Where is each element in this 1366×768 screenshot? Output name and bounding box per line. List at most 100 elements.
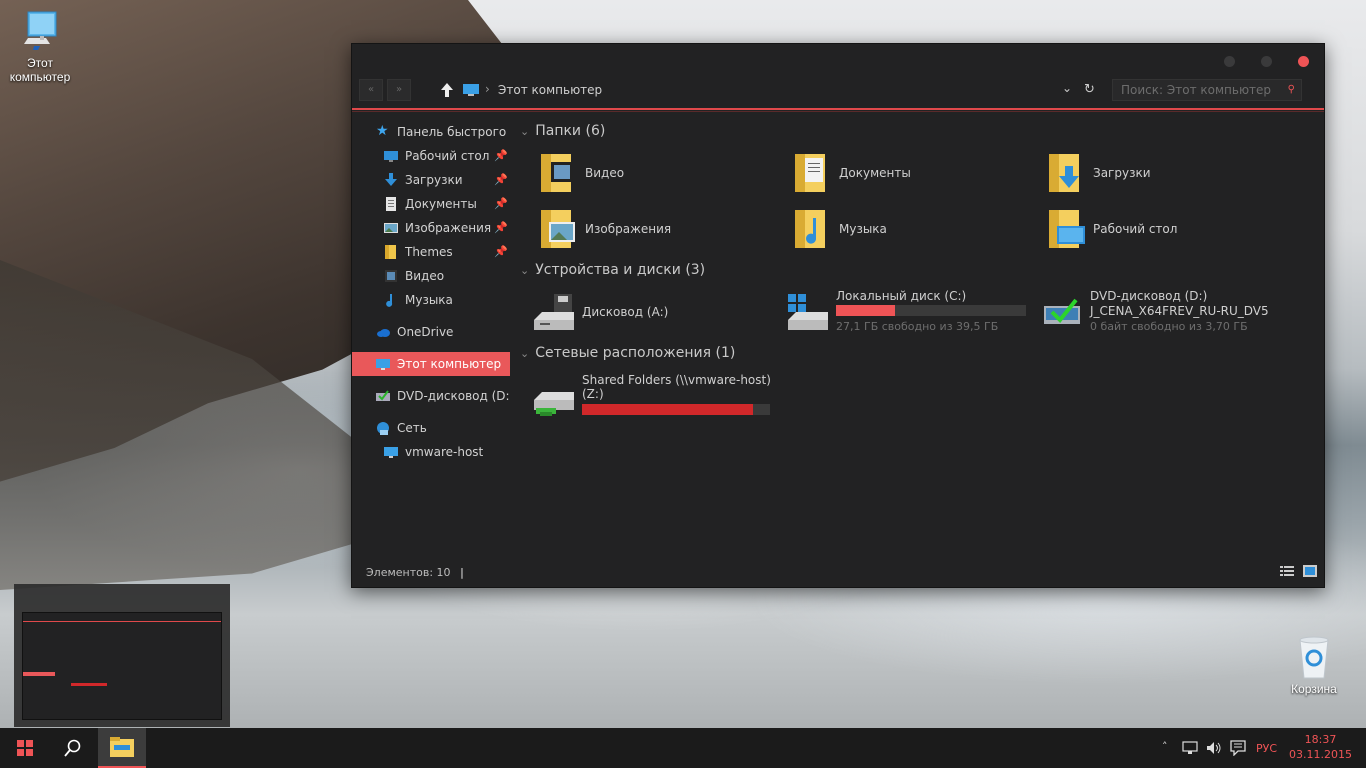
thumbnail-active-nav: [23, 672, 55, 676]
floppy-drive-icon: [534, 294, 574, 330]
nav-item-dvd[interactable]: DVD-дисковод (D:) J_: [352, 384, 510, 408]
group-network-title: Сетевые расположения (1): [535, 345, 736, 361]
address-bar[interactable]: › Этот компьютер ⌄ ↻: [434, 79, 1099, 101]
nav-item-label: Видео: [405, 269, 445, 283]
pin-icon[interactable]: 📌: [494, 192, 508, 216]
forward-button[interactable]: »: [387, 79, 411, 101]
clock-date: 03.11.2015: [1289, 748, 1352, 761]
cloud-icon: [377, 329, 390, 337]
drive-dvd-d[interactable]: DVD-дисковод (D:) J_CENA_X64FREV_RU-RU_D…: [1040, 288, 1300, 338]
nav-item-music[interactable]: Музыка: [352, 288, 510, 312]
video-folder-icon: [541, 154, 573, 192]
network-status-icon[interactable]: [1182, 741, 1198, 755]
drive-z-usage-fill: [582, 404, 754, 415]
desktop-icon: [384, 151, 398, 162]
taskbar-thumbnail-preview[interactable]: [14, 584, 230, 727]
dvd-drive-icon: [1044, 298, 1080, 324]
network-drive-icon: [534, 392, 574, 416]
text-cursor: |: [460, 566, 464, 579]
pin-icon[interactable]: 📌: [494, 240, 508, 264]
chevron-down-icon[interactable]: ⌄: [520, 264, 529, 277]
nav-item-this-pc[interactable]: Этот компьютер: [352, 352, 510, 376]
desktop-this-pc-label: Этот компьютер: [9, 56, 71, 84]
start-button[interactable]: [0, 728, 48, 768]
nav-item-label: Документы: [405, 197, 477, 211]
folder-downloads[interactable]: Загрузки: [1043, 148, 1283, 198]
nav-item-vmware-host[interactable]: vmware-host: [352, 440, 510, 464]
nav-item-label: Рабочий стол: [405, 149, 490, 163]
nav-quick-access-label: Панель быстрого доступа: [397, 125, 510, 139]
folder-video[interactable]: Видео: [535, 148, 775, 198]
pictures-icon: [384, 223, 398, 233]
nav-item-label: DVD-дисковод (D:) J_: [397, 389, 510, 403]
nav-item-documents[interactable]: Документы 📌: [352, 192, 510, 216]
nav-item-label: Сеть: [397, 421, 427, 435]
nav-quick-access[interactable]: ★ Панель быстрого доступа: [352, 120, 510, 144]
show-hidden-icons[interactable]: ˄: [1162, 740, 1168, 768]
volume-icon[interactable]: [1206, 741, 1222, 755]
documents-folder-icon: [795, 154, 825, 192]
nav-item-desktop[interactable]: Рабочий стол 📌: [352, 144, 510, 168]
group-folders-title: Папки (6): [535, 123, 606, 139]
desktop-recycle-bin[interactable]: Корзина: [1276, 634, 1352, 696]
drive-z-usage-bar: [582, 404, 770, 415]
nav-item-network[interactable]: Сеть: [352, 416, 510, 440]
minimize-button[interactable]: [1224, 56, 1235, 67]
computer-icon: [24, 11, 57, 50]
title-bar[interactable]: [352, 44, 1324, 78]
desktop-this-pc[interactable]: Этот компьютер: [2, 10, 78, 84]
thumbnail-usage-bar: [71, 683, 107, 686]
close-button[interactable]: [1298, 56, 1309, 67]
group-folders[interactable]: ⌄ Папки (6): [520, 123, 605, 139]
folder-music[interactable]: Музыка: [789, 204, 1029, 254]
music-folder-icon: [795, 210, 825, 248]
network-drive-z[interactable]: Shared Folders (\\vmware-host) (Z:): [532, 372, 792, 422]
folder-label: Музыка: [839, 222, 887, 236]
folder-pictures[interactable]: Изображения: [535, 204, 775, 254]
taskbar-search-button[interactable]: [48, 728, 96, 768]
pin-icon[interactable]: 📌: [494, 144, 508, 168]
computer-icon: [384, 447, 398, 458]
drive-floppy[interactable]: Дисковод (A:): [532, 288, 772, 338]
group-devices[interactable]: ⌄ Устройства и диски (3): [520, 262, 705, 278]
refresh-icon[interactable]: ↻: [1084, 82, 1095, 97]
back-button[interactable]: «: [359, 79, 383, 101]
nav-item-themes[interactable]: Themes 📌: [352, 240, 510, 264]
folder-desktop[interactable]: Рабочий стол: [1043, 204, 1283, 254]
system-clock[interactable]: 18:37 03.11.2015: [1289, 732, 1352, 762]
drive-label: DVD-дисковод (D:): [1090, 289, 1208, 303]
group-devices-title: Устройства и диски (3): [535, 262, 706, 278]
nav-item-onedrive[interactable]: OneDrive: [352, 320, 510, 344]
search-input[interactable]: Поиск: Этот компьютер ⚲: [1112, 79, 1302, 101]
item-count: Элементов: 10: [366, 566, 451, 579]
search-icon: ⚲: [1287, 84, 1295, 95]
notifications-icon[interactable]: [1230, 740, 1246, 756]
input-language[interactable]: РУС: [1256, 742, 1277, 768]
folder-label: Документы: [839, 166, 911, 180]
downloads-folder-icon: [1049, 154, 1079, 192]
group-network[interactable]: ⌄ Сетевые расположения (1): [520, 345, 735, 361]
thumbnail-accent-line: [23, 621, 221, 622]
download-arrow-icon: [385, 173, 397, 186]
details-view-icon[interactable]: [1280, 565, 1294, 577]
chevron-down-icon[interactable]: ⌄: [520, 125, 529, 138]
chevron-down-icon[interactable]: ⌄: [520, 347, 529, 360]
drive-free-space: 0 байт свободно из 3,70 ГБ: [1090, 320, 1248, 333]
pin-icon[interactable]: 📌: [494, 168, 508, 192]
nav-item-label: Этот компьютер: [397, 357, 502, 371]
folder-documents[interactable]: Документы: [789, 148, 1029, 198]
search-placeholder: Поиск: Этот компьютер: [1121, 83, 1272, 97]
status-bar: Элементов: 10 |: [366, 566, 464, 579]
nav-item-downloads[interactable]: Загрузки 📌: [352, 168, 510, 192]
large-icons-view-icon[interactable]: [1303, 565, 1317, 577]
nav-item-label: Изображения: [405, 221, 492, 235]
nav-item-video[interactable]: Видео: [352, 264, 510, 288]
nav-item-label: OneDrive: [397, 325, 454, 339]
accent-divider: [352, 108, 1324, 110]
drive-local-c[interactable]: Локальный диск (C:) 27,1 ГБ свободно из …: [786, 288, 1026, 338]
pin-icon[interactable]: 📌: [494, 216, 508, 240]
chevron-down-icon[interactable]: ⌄: [1062, 81, 1072, 95]
nav-item-pictures[interactable]: Изображения 📌: [352, 216, 510, 240]
taskbar-file-explorer[interactable]: [98, 728, 146, 768]
maximize-button[interactable]: [1261, 56, 1272, 67]
